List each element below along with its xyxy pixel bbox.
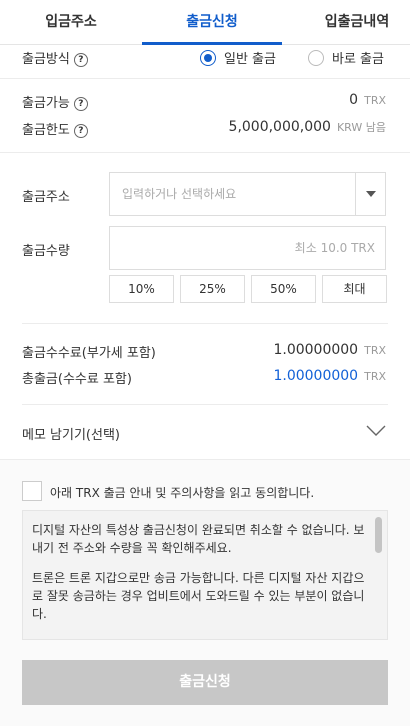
withdraw-submit-button[interactable]: 출금신청 xyxy=(22,660,388,705)
available-row: 출금가능? 0 TRX xyxy=(22,92,386,112)
memo-toggle[interactable]: 메모 남기기(선택) xyxy=(22,424,120,443)
pct-50-button[interactable]: 50% xyxy=(251,275,316,303)
limit-row: 출금한도? 5,000,000,000 KRW 남음 xyxy=(22,119,386,139)
limit-value: 5,000,000,000 KRW 남음 xyxy=(228,119,386,135)
scrollbar-thumb[interactable] xyxy=(375,517,382,553)
limit-label: 출금한도? xyxy=(22,119,88,138)
total-value: 1.00000000 TRX xyxy=(273,368,386,384)
divider xyxy=(22,404,388,405)
notice-paragraph: 디지털 자산의 특성상 출금신청이 완료되면 취소할 수 없습니다. 보내기 전… xyxy=(32,523,365,555)
divider xyxy=(0,152,410,153)
notice-paragraph: 트론은 트론 지갑으로만 송금 가능합니다. 다른 디지털 자산 지갑으로 잘못… xyxy=(32,571,365,621)
address-input[interactable]: 입력하거나 선택하세요 xyxy=(109,172,386,216)
notice-box: 디지털 자산의 특성상 출금신청이 완료되면 취소할 수 없습니다. 보내기 전… xyxy=(22,510,388,640)
available-value: 0 TRX xyxy=(349,92,386,108)
method-label: 출금방식? xyxy=(22,48,88,67)
radio-unselected-icon xyxy=(308,50,324,66)
method-row: 출금방식? 일반 출금 바로 출금 xyxy=(22,48,386,68)
total-label: 총출금(수수료 포함) xyxy=(22,372,132,387)
available-label: 출금가능? xyxy=(22,92,88,111)
radio-instant-withdraw[interactable]: 바로 출금 xyxy=(308,48,384,67)
divider xyxy=(22,323,388,324)
amount-placeholder: 최소 10.0 TRX xyxy=(294,241,375,255)
divider xyxy=(0,78,410,79)
active-tab-indicator xyxy=(142,42,282,45)
tab-withdraw-request[interactable]: 출금신청 xyxy=(142,0,282,45)
total-row: 총출금(수수료 포함) 1.00000000 TRX xyxy=(22,368,386,388)
amount-label: 출금수량 xyxy=(22,244,70,259)
pct-10-button[interactable]: 10% xyxy=(109,275,174,303)
radio-selected-icon xyxy=(200,50,216,66)
tab-history[interactable]: 입출금내역 xyxy=(282,0,410,45)
help-icon[interactable]: ? xyxy=(73,97,88,111)
radio-normal-withdraw[interactable]: 일반 출금 xyxy=(200,48,276,67)
amount-input[interactable]: 최소 10.0 TRX xyxy=(109,226,386,270)
address-placeholder: 입력하거나 선택하세요 xyxy=(122,187,237,201)
fee-label: 출금수수료(부가세 포함) xyxy=(22,346,156,361)
help-icon[interactable]: ? xyxy=(73,53,88,67)
agree-checkbox[interactable] xyxy=(22,481,42,501)
agree-label[interactable]: 아래 TRX 출금 안내 및 주의사항을 읽고 동의합니다. xyxy=(50,484,314,501)
fee-value: 1.00000000 TRX xyxy=(273,342,386,358)
tab-bar: 입금주소 출금신청 입출금내역 xyxy=(0,0,410,45)
chevron-down-icon[interactable] xyxy=(366,423,386,437)
help-icon[interactable]: ? xyxy=(73,124,88,138)
fee-row: 출금수수료(부가세 포함) 1.00000000 TRX xyxy=(22,342,386,362)
address-label: 출금주소 xyxy=(22,190,70,205)
pct-25-button[interactable]: 25% xyxy=(180,275,245,303)
dropdown-arrow-icon[interactable] xyxy=(355,173,385,215)
tab-deposit-address[interactable]: 입금주소 xyxy=(0,0,142,45)
max-button[interactable]: 최대 xyxy=(322,275,387,303)
